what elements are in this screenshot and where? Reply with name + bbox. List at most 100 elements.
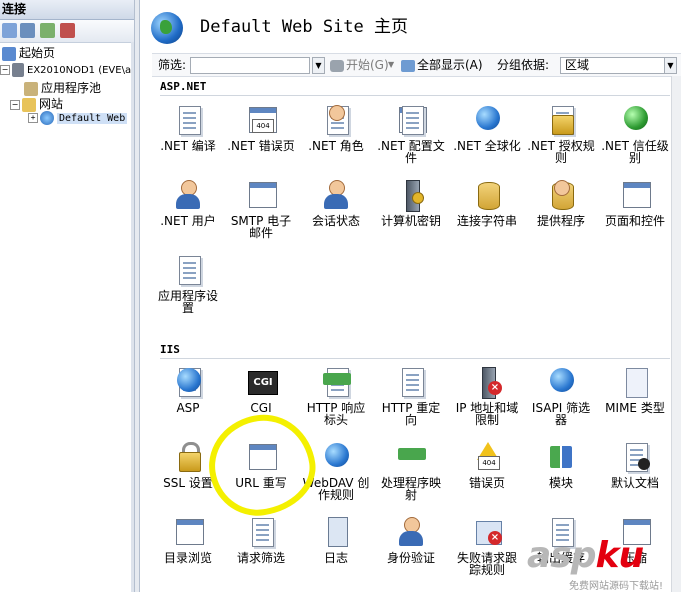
- modules-icon: [544, 440, 578, 474]
- save-icon[interactable]: [20, 23, 35, 38]
- connections-header: 连接: [0, 0, 134, 20]
- feature-tile[interactable]: 请求筛选: [226, 515, 296, 564]
- authentication-icon: [394, 515, 428, 549]
- feature-tile[interactable]: HTTP 重定向: [376, 365, 446, 426]
- collapse-icon[interactable]: −: [0, 65, 10, 75]
- webdav-icon: [319, 440, 353, 474]
- smtp-icon-part: [249, 182, 277, 208]
- compile-icon: [171, 103, 205, 137]
- start-filter-button[interactable]: 开始(G): [330, 54, 389, 76]
- tree-item-sites[interactable]: − 网站: [10, 96, 63, 112]
- feature-tile[interactable]: .NET 信任级别: [600, 103, 670, 164]
- feature-label: .NET 授权规则: [527, 139, 595, 165]
- feature-tile[interactable]: 404 错误页: [452, 440, 522, 489]
- feature-tile[interactable]: 提供程序: [526, 178, 596, 227]
- response-headers-icon-part: [323, 373, 351, 385]
- group-by-select[interactable]: 区域: [560, 57, 666, 74]
- tree-item-app-pools[interactable]: 应用程序池: [24, 80, 101, 96]
- feature-tile[interactable]: CGI CGI: [226, 365, 296, 414]
- users-icon-part: [176, 194, 200, 209]
- tree-item-server[interactable]: − EX2010NOD1 (EVE\ad: [0, 63, 134, 79]
- feature-tile[interactable]: .NET 编译: [153, 103, 223, 152]
- feature-label: .NET 编译: [160, 139, 216, 153]
- request-filtering-icon: [244, 515, 278, 549]
- globalization-icon-part: [476, 106, 500, 130]
- feature-tile[interactable]: .NET 全球化: [452, 103, 522, 152]
- page-title: Default Web Site 主页: [200, 17, 408, 37]
- feature-tile[interactable]: 目录浏览: [153, 515, 223, 564]
- feature-tile[interactable]: .NET 配置文件: [376, 103, 446, 164]
- tree-item-label: 应用程序池: [41, 81, 102, 95]
- chevron-down-icon[interactable]: ▼: [388, 54, 394, 76]
- feature-label: .NET 错误页: [227, 139, 295, 153]
- filter-label: 筛选:: [158, 58, 187, 72]
- profile-icon: [394, 103, 428, 137]
- redirect-icon-part: [402, 368, 424, 397]
- authorization-icon-part: [552, 115, 574, 135]
- chevron-down-icon[interactable]: ▼: [664, 57, 677, 74]
- app-settings-icon: [171, 253, 205, 287]
- disconnect-icon[interactable]: [60, 23, 75, 38]
- tree-item-label: EX2010NOD1 (EVE\ad: [27, 65, 134, 76]
- feature-tile[interactable]: × IP 地址和域限制: [452, 365, 522, 426]
- trust-level-icon: [618, 103, 652, 137]
- default-document-icon: [618, 440, 652, 474]
- roles-icon: [319, 103, 353, 137]
- feature-label: 会话状态: [311, 214, 360, 228]
- providers-icon: [544, 178, 578, 212]
- feature-tile[interactable]: SMTP 电子邮件: [226, 178, 296, 239]
- show-all-icon: [401, 59, 415, 72]
- isapi-filters-icon: [544, 365, 578, 399]
- watermark-brand-red: ku: [595, 535, 645, 576]
- feature-label: 处理程序映射: [380, 476, 441, 502]
- feature-tile[interactable]: MIME 类型: [600, 365, 670, 414]
- feature-label: .NET 配置文件: [377, 139, 445, 165]
- feature-tile[interactable]: 默认文档: [600, 440, 670, 489]
- globe-icon: [40, 111, 54, 125]
- feature-tile[interactable]: 会话状态: [301, 178, 371, 227]
- cgi-icon-part: CGI: [248, 371, 278, 395]
- feature-tile[interactable]: × 失败请求跟踪规则: [452, 515, 522, 576]
- profile-icon-part: [402, 106, 424, 135]
- show-all-button[interactable]: 全部显示(A): [401, 54, 483, 76]
- feature-label: .NET 信任级别: [601, 139, 669, 165]
- feature-label: .NET 角色: [308, 139, 364, 153]
- feature-tile[interactable]: 应用程序设置: [153, 253, 223, 314]
- feature-tile[interactable]: HTTP 响应标头: [301, 365, 371, 426]
- tree-item-default-web-site[interactable]: + Default Web: [28, 111, 128, 127]
- error-pages-icon: 404: [470, 440, 504, 474]
- feature-tile[interactable]: .NET 角色: [301, 103, 371, 152]
- feature-tile[interactable]: 页面和控件: [600, 178, 670, 227]
- back-icon[interactable]: [2, 23, 17, 38]
- expand-icon[interactable]: +: [28, 113, 38, 123]
- feature-tile[interactable]: 连接字符串: [452, 178, 522, 227]
- feature-tile[interactable]: ISAPI 筛选器: [526, 365, 596, 426]
- feature-tile[interactable]: ASP: [153, 365, 223, 414]
- binoculars-icon: [330, 59, 344, 72]
- failed-request-icon: ×: [470, 515, 504, 549]
- feature-tile[interactable]: .NET 用户: [153, 178, 223, 227]
- webdav-icon-part: [325, 443, 349, 467]
- chevron-down-icon[interactable]: ▼: [312, 57, 325, 74]
- section-header-aspnet: ASP.NET: [160, 80, 207, 93]
- folder-icon: [22, 97, 36, 112]
- feature-tile[interactable]: 日志: [301, 515, 371, 564]
- tree-item-start-page[interactable]: 起始页: [2, 45, 55, 61]
- redirect-icon: [394, 365, 428, 399]
- connect-icon[interactable]: [40, 23, 55, 38]
- feature-tile[interactable]: 模块: [526, 440, 596, 489]
- feature-tile[interactable]: 身份验证: [376, 515, 446, 564]
- collapse-icon[interactable]: −: [10, 99, 20, 110]
- handler-mappings-icon-part: [398, 448, 426, 460]
- feature-tile[interactable]: .NET 授权规则: [526, 103, 596, 164]
- content-scrollbar[interactable]: [671, 76, 681, 592]
- globalization-icon: [470, 103, 504, 137]
- feature-label: 默认文档: [610, 476, 659, 490]
- modules-icon-part: [550, 446, 572, 468]
- machine-key-icon: [394, 178, 428, 212]
- feature-tile[interactable]: 计算机密钥: [376, 178, 446, 227]
- feature-label: ASP: [176, 401, 200, 415]
- feature-tile[interactable]: 处理程序映射: [376, 440, 446, 501]
- feature-tile[interactable]: 404 .NET 错误页: [226, 103, 296, 152]
- filter-input[interactable]: [190, 57, 310, 74]
